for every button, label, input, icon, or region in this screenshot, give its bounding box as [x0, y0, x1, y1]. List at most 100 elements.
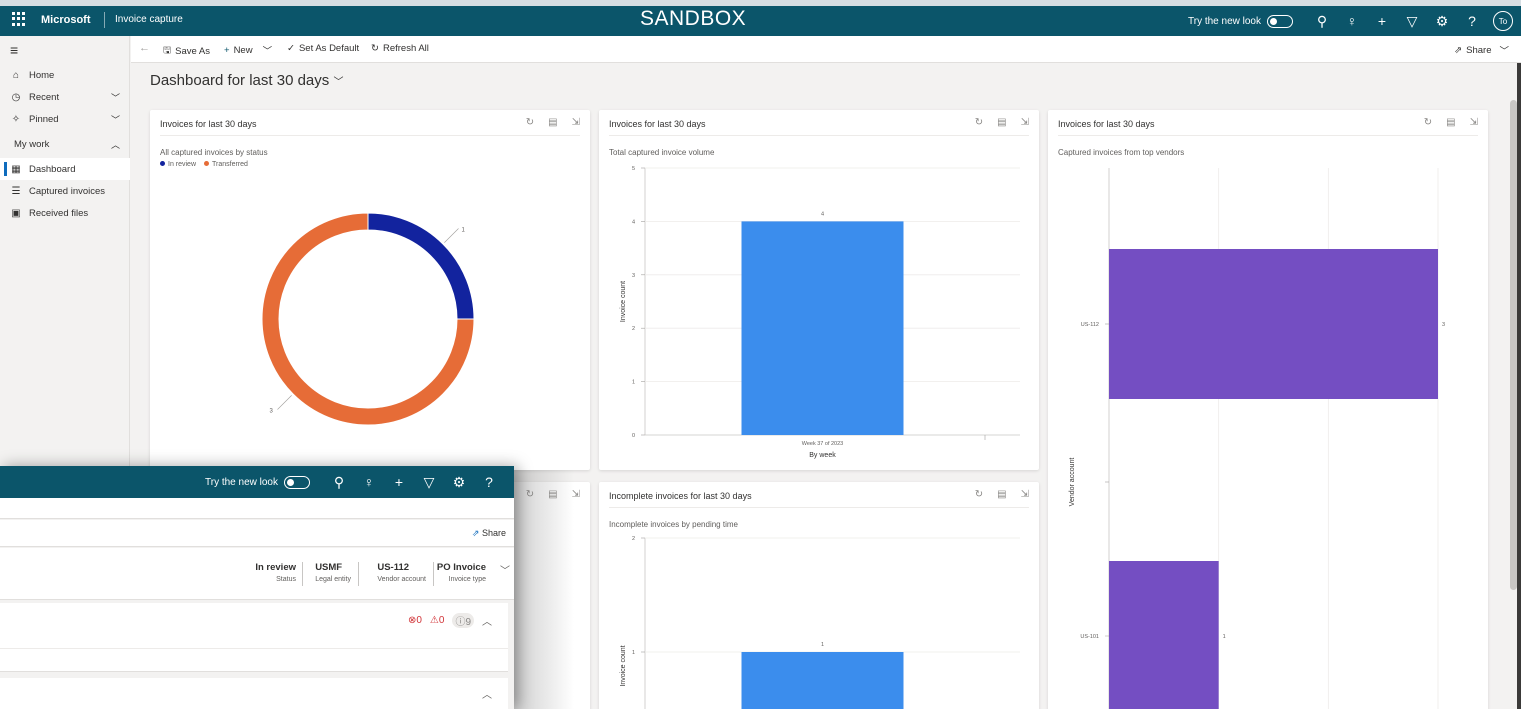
bar — [741, 652, 904, 709]
environment-label: SANDBOX — [640, 7, 747, 30]
bar — [1109, 249, 1438, 399]
details-panel: ︿ — [0, 678, 508, 709]
sidebar-item-captured-invoices[interactable]: ☰ Captured invoices — [0, 180, 130, 202]
chevron-down-icon: ﹀ — [262, 46, 273, 57]
help-icon[interactable]: ? — [1457, 13, 1487, 29]
new-look-toggle[interactable] — [1267, 14, 1293, 28]
y-tick-label: 1 — [632, 380, 635, 386]
window-edge-right — [1517, 63, 1521, 709]
top-navigation-bar: Microsoft Invoice capture SANDBOX Try th… — [0, 6, 1521, 36]
warning-count-badge[interactable]: ⚠0 — [430, 615, 445, 626]
try-new-look-label: Try the new look — [205, 476, 278, 488]
plus-icon[interactable]: + — [1367, 13, 1397, 29]
sidebar-item-dashboard[interactable]: ▦ Dashboard — [0, 158, 130, 180]
app-name[interactable]: Invoice capture — [115, 14, 183, 25]
y-tick-label: US-101 — [1080, 634, 1099, 640]
app-launcher-icon[interactable] — [12, 12, 26, 26]
chevron-up-icon[interactable]: ︿ — [482, 686, 492, 701]
plus-icon[interactable]: + — [384, 474, 414, 490]
checkmark-icon: ✓ — [287, 43, 295, 54]
incomplete-bar-chart: 1 2 1 Invoice count — [620, 536, 1020, 709]
fact-invoice-type: PO Invoice Invoice type — [437, 562, 486, 583]
fact-label: Invoice type — [448, 576, 486, 583]
sidebar-group-my-work[interactable]: My work ︿ — [0, 133, 130, 155]
bar-data-label: 3 — [1442, 322, 1445, 328]
overlay-action-row: ⇗ Share — [0, 520, 514, 547]
page-title[interactable]: Dashboard for last 30 days ﹀ — [150, 72, 343, 89]
sidebar-item-label: Received files — [29, 207, 89, 219]
overlay-top-bar: Try the new look ⚲ ♀ + ▽ ⚙ ? — [0, 466, 514, 498]
new-button[interactable]: + New ﹀ — [224, 43, 273, 58]
card-invoices-by-status: Invoices for last 30 days ↻ ▤ ⇲ All capt… — [150, 110, 590, 470]
fact-legal-entity: USMF Legal entity — [315, 562, 351, 583]
fact-value: PO Invoice — [436, 562, 486, 573]
error-count-badge[interactable]: ⊗0 — [408, 615, 422, 626]
y-axis-title: Vendor account — [1069, 458, 1076, 507]
help-icon[interactable]: ? — [474, 474, 504, 490]
bar-data-label: 1 — [1223, 634, 1226, 640]
share-button[interactable]: ⇗ Share — [472, 528, 506, 539]
set-default-label: Set As Default — [298, 43, 360, 54]
y-tick-label: US-112 — [1081, 322, 1099, 328]
sidebar-item-home[interactable]: ⌂ Home — [0, 64, 130, 86]
filter-icon[interactable]: ▽ — [1397, 13, 1427, 30]
save-as-label: Save As — [175, 45, 210, 57]
info-count-badge[interactable]: ⓘ9 — [452, 613, 474, 628]
refresh-all-button[interactable]: ↻ Refresh All — [371, 43, 429, 54]
share-button[interactable]: ⇗ Share ﹀ — [1454, 43, 1509, 58]
fact-label: Legal entity — [315, 576, 351, 583]
bar-data-label: 1 — [821, 642, 824, 648]
chevron-down-icon: ﹀ — [110, 114, 120, 125]
fact-label: Status — [276, 576, 296, 583]
warning-count: 0 — [438, 615, 445, 626]
vendor-bar-chart: 3 US-112 1 US-101 Vendor account — [1069, 168, 1445, 709]
y-tick-label: 3 — [632, 273, 635, 279]
y-axis-title: Invoice count — [620, 645, 627, 686]
bar — [1109, 561, 1219, 709]
lightbulb-icon[interactable]: ♀ — [354, 474, 384, 490]
back-arrow-icon[interactable]: ← — [139, 42, 150, 54]
refresh-all-label: Refresh All — [382, 43, 429, 54]
search-icon[interactable]: ⚲ — [1307, 13, 1337, 30]
set-as-default-button[interactable]: ✓ Set As Default — [287, 43, 359, 54]
avatar[interactable]: To — [1493, 11, 1513, 31]
pin-icon: ✧ — [11, 113, 21, 125]
save-as-button[interactable]: 🖫 Save As — [163, 43, 210, 59]
chevron-up-icon[interactable]: ︿ — [482, 613, 492, 628]
sidebar-group-label: My work — [14, 138, 50, 150]
invoice-detail-window: Try the new look ⚲ ♀ + ▽ ⚙ ? ⇗ Share In … — [0, 466, 514, 709]
y-tick-label: 5 — [632, 166, 635, 172]
vertical-scrollbar[interactable] — [1510, 100, 1517, 590]
command-bar: ← 🖫 Save As + New ﹀ ✓ Set As Default ↻ Refres… — [131, 36, 1521, 63]
divider — [0, 648, 508, 649]
settings-icon[interactable]: ⚙ — [1427, 13, 1457, 30]
lightbulb-icon[interactable]: ♀ — [1337, 13, 1367, 29]
sidebar-item-pinned[interactable]: ✧ Pinned ﹀ — [0, 108, 130, 130]
fact-status: In review Status — [255, 562, 296, 583]
share-icon: ⇗ — [471, 528, 480, 538]
bar-data-label: 4 — [821, 211, 824, 217]
sidebar-item-received-files[interactable]: ▣ Received files — [0, 202, 130, 224]
x-axis-title: By week — [809, 452, 836, 459]
y-tick-label: 1 — [632, 650, 635, 656]
sidebar-item-recent[interactable]: ◷ Recent ﹀ — [0, 86, 130, 108]
sidebar-item-label: Dashboard — [29, 163, 76, 175]
settings-icon[interactable]: ⚙ — [444, 474, 474, 491]
chevron-down-icon: ﹀ — [110, 92, 120, 103]
slice-leader-line — [277, 395, 292, 410]
card-top-vendors: Invoices for last 30 days ↻ ▤ ⇲ Captured… — [1048, 110, 1488, 709]
search-icon[interactable]: ⚲ — [324, 474, 354, 491]
brand-label: Microsoft — [41, 14, 91, 26]
card-invoice-volume: Invoices for last 30 days ↻ ▤ ⇲ Total ca… — [599, 110, 1039, 470]
clock-icon: ◷ — [11, 91, 21, 103]
chevron-down-icon[interactable]: ﹀ — [500, 562, 510, 577]
refresh-icon: ↻ — [371, 43, 379, 54]
card-incomplete-invoices: Incomplete invoices for last 30 days ↻ ▤… — [599, 482, 1039, 709]
divider — [433, 562, 434, 586]
page-title-text: Dashboard for last 30 days — [150, 72, 330, 89]
slice-data-label: 3 — [269, 409, 273, 415]
filter-icon[interactable]: ▽ — [414, 474, 444, 491]
hamburger-menu-icon[interactable]: ≡ — [10, 42, 18, 58]
slice-data-label: 1 — [462, 227, 466, 233]
new-look-toggle[interactable] — [284, 475, 310, 489]
